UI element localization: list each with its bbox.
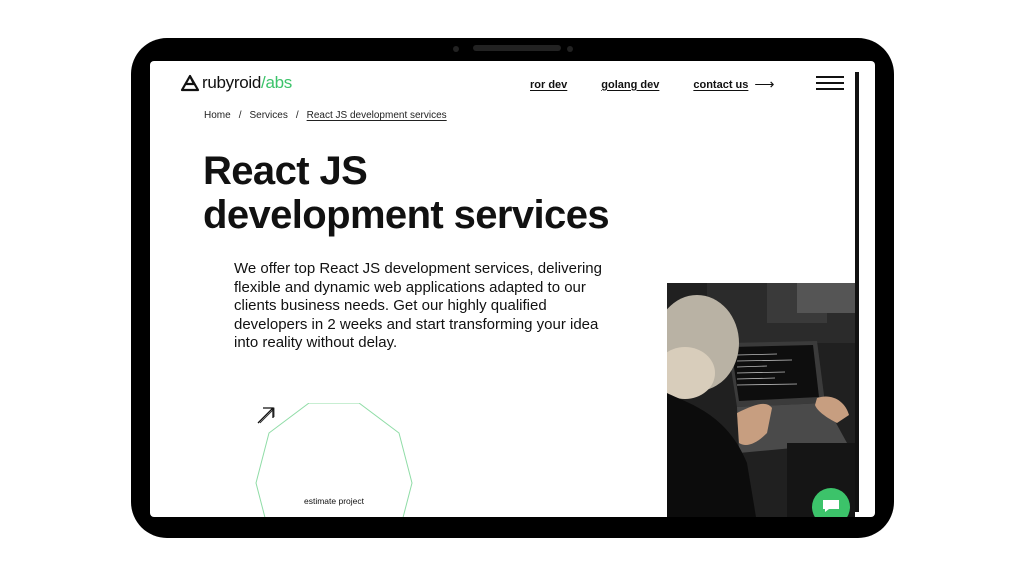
logo-mark-icon	[180, 74, 200, 92]
hero-photo	[667, 283, 855, 517]
breadcrumb-separator: /	[295, 110, 299, 121]
arrow-right-icon[interactable]: ⟶	[754, 76, 774, 93]
logo-text: rubyroid	[202, 73, 262, 92]
camera-dot	[567, 46, 573, 52]
camera-dot	[453, 46, 459, 52]
breadcrumb-home[interactable]: Home	[204, 110, 231, 121]
screen-edge	[855, 72, 859, 512]
menu-icon[interactable]	[816, 76, 844, 90]
page-title-line-1: React JS	[203, 149, 368, 193]
screen: rubyroid/abs ror dev golang dev contact …	[150, 61, 875, 517]
speaker-grille	[473, 45, 561, 51]
nav-link-ror-dev[interactable]: ror dev	[530, 79, 567, 91]
breadcrumb-services[interactable]: Services	[249, 110, 287, 121]
breadcrumb: Home / Services / React JS development s…	[204, 110, 447, 121]
tablet-frame: rubyroid/abs ror dev golang dev contact …	[131, 38, 894, 538]
page-title-line-2: development services	[203, 193, 610, 237]
estimate-project-label: estimate project	[304, 496, 364, 506]
arrow-up-right-icon	[257, 407, 275, 424]
breadcrumb-current[interactable]: React JS development services	[307, 110, 447, 121]
top-nav: ror dev golang dev contact us ⟶	[530, 76, 774, 93]
page-title: React JS development services	[203, 149, 610, 237]
nav-link-golang-dev[interactable]: golang dev	[601, 79, 659, 91]
nav-link-contact-us[interactable]: contact us	[693, 79, 748, 91]
site-logo[interactable]: rubyroid/abs	[180, 73, 292, 93]
hero-description: We offer top React JS development servic…	[234, 260, 602, 351]
breadcrumb-separator: /	[238, 110, 242, 121]
chat-icon	[823, 500, 839, 512]
logo-text-accent: /abs	[261, 73, 292, 92]
estimate-project-button[interactable]: estimate project	[254, 403, 414, 517]
